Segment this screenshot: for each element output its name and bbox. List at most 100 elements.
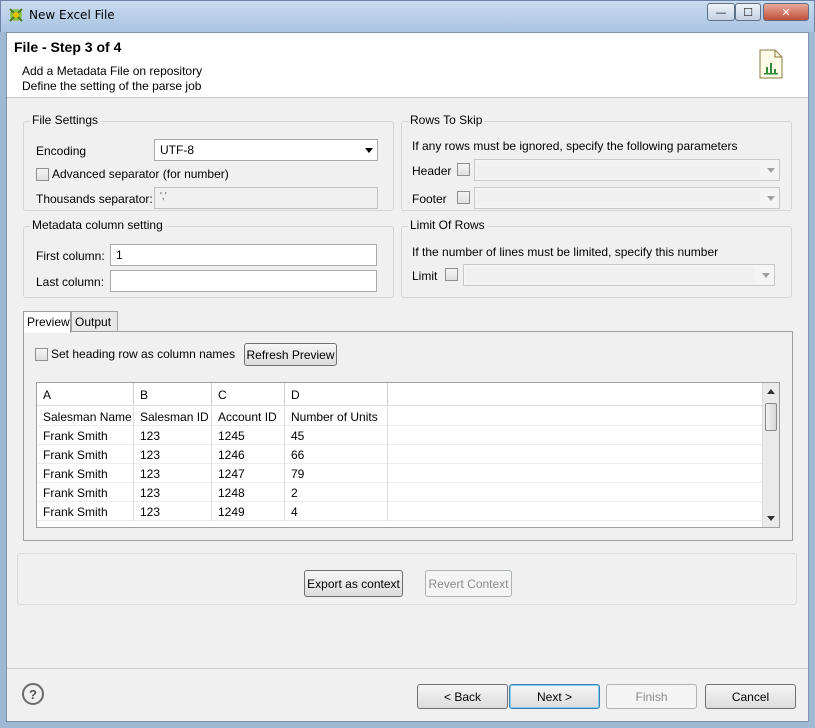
dropdown-arrow-icon — [767, 196, 775, 201]
table-row[interactable]: Frank Smith 123 1249 4 — [37, 502, 763, 521]
table-cell: 45 — [285, 426, 388, 445]
metadata-column-title: Metadata column setting — [30, 218, 165, 232]
tab-preview[interactable]: Preview — [23, 311, 71, 333]
finish-button[interactable]: Finish — [606, 684, 697, 709]
table-cell: 123 — [134, 502, 212, 521]
footer-checkbox[interactable] — [457, 191, 470, 204]
table-row[interactable]: Frank Smith 123 1248 2 — [37, 483, 763, 502]
dropdown-arrow-icon — [762, 273, 770, 278]
table-cell: Frank Smith — [37, 464, 134, 483]
header-rows-select-field — [477, 162, 760, 178]
dropdown-arrow-icon — [365, 148, 373, 153]
table-cell: 1248 — [212, 483, 285, 502]
limit-label: Limit — [412, 269, 438, 283]
limit-checkbox[interactable] — [445, 268, 458, 281]
header-rows-select[interactable] — [474, 159, 780, 181]
table-row[interactable]: Salesman Name Salesman ID Account ID Num… — [37, 407, 763, 426]
table-cell: 66 — [285, 445, 388, 464]
last-column-field[interactable] — [110, 270, 377, 292]
table-cell: 79 — [285, 464, 388, 483]
step-description-2: Define the setting of the parse job — [22, 79, 202, 93]
table-header-row: A B C D — [37, 383, 763, 406]
table-cell: 1246 — [212, 445, 285, 464]
close-button[interactable]: ✕ — [763, 3, 809, 21]
wizard-header: File - Step 3 of 4 Add a Metadata File o… — [7, 33, 808, 98]
excel-file-icon — [759, 49, 783, 79]
rows-to-skip-hint: If any rows must be ignored, specify the… — [412, 139, 738, 153]
thousands-separator-field[interactable]: ',' — [154, 187, 378, 209]
back-button[interactable]: < Back — [417, 684, 508, 709]
window-titlebar: New Excel File — ☐ ✕ — [0, 0, 815, 32]
footer-rows-select[interactable] — [474, 187, 780, 209]
table-row[interactable]: Frank Smith 123 1245 45 — [37, 426, 763, 445]
table-cell: Number of Units — [285, 407, 388, 426]
column-header-c[interactable]: C — [212, 383, 285, 406]
step-title: File - Step 3 of 4 — [14, 39, 122, 55]
column-header-a[interactable]: A — [37, 383, 134, 406]
talend-app-icon — [9, 8, 23, 22]
footer-label: Footer — [412, 192, 447, 206]
scroll-up-icon[interactable] — [767, 389, 775, 394]
last-column-label: Last column: — [36, 275, 105, 289]
metadata-column-group: Metadata column setting First column: 1 … — [23, 218, 394, 298]
table-cell: 1249 — [212, 502, 285, 521]
table-vertical-scrollbar[interactable] — [762, 383, 779, 527]
table-cell: 123 — [134, 445, 212, 464]
advanced-separator-label: Advanced separator (for number) — [52, 167, 229, 181]
rows-to-skip-group: Rows To Skip If any rows must be ignored… — [401, 113, 792, 211]
limit-of-rows-hint: If the number of lines must be limited, … — [412, 245, 719, 259]
limit-of-rows-group: Limit Of Rows If the number of lines mus… — [401, 218, 792, 298]
first-column-field[interactable]: 1 — [110, 244, 377, 266]
table-cell: 123 — [134, 464, 212, 483]
export-context-button[interactable]: Export as context — [304, 570, 403, 597]
table-cell: Frank Smith — [37, 445, 134, 464]
limit-select-field — [466, 267, 755, 283]
table-row[interactable]: Frank Smith 123 1247 79 — [37, 464, 763, 483]
tab-output[interactable]: Output — [71, 311, 118, 332]
limit-of-rows-title: Limit Of Rows — [408, 218, 487, 232]
help-icon[interactable]: ? — [22, 683, 44, 705]
table-cell: Salesman ID — [134, 407, 212, 426]
table-cell: 123 — [134, 483, 212, 502]
table-cell: 2 — [285, 483, 388, 502]
heading-row-label: Set heading row as column names — [51, 347, 236, 361]
advanced-separator-checkbox[interactable] — [36, 168, 49, 181]
table-cell: 1247 — [212, 464, 285, 483]
rows-to-skip-title: Rows To Skip — [408, 113, 485, 127]
header-label: Header — [412, 164, 452, 178]
table-cell: Frank Smith — [37, 426, 134, 445]
refresh-preview-button[interactable]: Refresh Preview — [244, 343, 337, 366]
encoding-select[interactable]: UTF-8 — [154, 139, 378, 161]
table-cell: 1245 — [212, 426, 285, 445]
scroll-down-icon[interactable] — [767, 516, 775, 521]
table-cell: Frank Smith — [37, 502, 134, 521]
wizard-dialog: File - Step 3 of 4 Add a Metadata File o… — [6, 32, 809, 722]
step-description-1: Add a Metadata File on repository — [22, 64, 203, 78]
context-panel: Export as context Revert Context — [17, 553, 797, 605]
revert-context-button[interactable]: Revert Context — [425, 570, 512, 597]
table-cell: 4 — [285, 502, 388, 521]
window-title: New Excel File — [29, 8, 115, 22]
table-row[interactable]: Frank Smith 123 1246 66 — [37, 445, 763, 464]
file-settings-title: File Settings — [30, 113, 101, 127]
minimize-button[interactable]: — — [707, 3, 735, 21]
footer-divider — [7, 668, 808, 669]
column-header-d[interactable]: D — [285, 383, 388, 406]
thousands-separator-label: Thousands separator: — [36, 192, 153, 206]
limit-select[interactable] — [463, 264, 775, 286]
scroll-thumb[interactable] — [765, 403, 777, 431]
next-button[interactable]: Next > — [509, 684, 600, 709]
header-checkbox[interactable] — [457, 163, 470, 176]
first-column-label: First column: — [36, 249, 105, 263]
encoding-value: UTF-8 — [160, 143, 194, 157]
maximize-button[interactable]: ☐ — [735, 3, 761, 21]
table-cell: Frank Smith — [37, 483, 134, 502]
footer-rows-select-field — [477, 190, 760, 206]
cancel-button[interactable]: Cancel — [705, 684, 796, 709]
table-cell: Salesman Name — [37, 407, 134, 426]
column-header-b[interactable]: B — [134, 383, 212, 406]
heading-row-checkbox[interactable] — [35, 348, 48, 361]
preview-table[interactable]: A B C D Salesman Name Salesman ID Accoun… — [36, 382, 780, 528]
dropdown-arrow-icon — [767, 168, 775, 173]
table-cell: 123 — [134, 426, 212, 445]
